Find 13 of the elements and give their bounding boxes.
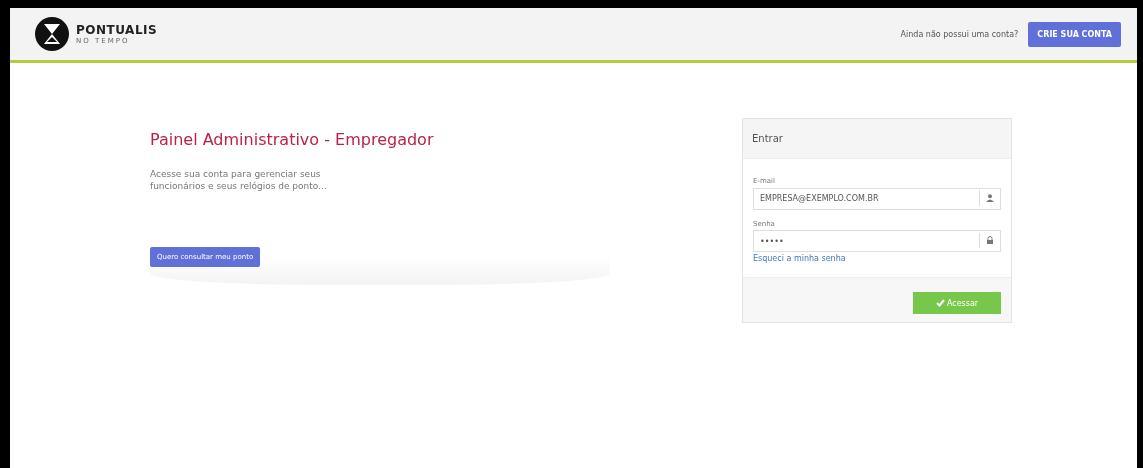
password-field[interactable]: ••••• — [753, 230, 1001, 252]
signup-button[interactable]: CRIE SUA CONTA — [1028, 21, 1121, 47]
intro-text: Acesse sua conta para gerenciar seus funcionários e seus relógios de ponto... — [150, 169, 328, 193]
user-icon — [986, 193, 994, 202]
hourglass-logo-icon — [34, 16, 70, 52]
check-icon — [935, 299, 945, 307]
forgot-password-link[interactable]: Esqueci a minha senha — [753, 254, 846, 263]
logo-name: PONTUALIS — [76, 23, 158, 37]
signup-prompt: Ainda não possui uma conta? — [900, 29, 1019, 39]
page-title: Painel Administrativo - Empregador — [150, 130, 435, 149]
lock-icon — [986, 236, 994, 245]
email-field[interactable]: EMPRESA@EXEMPLO.COM.BR — [753, 187, 1001, 210]
card-title: Entrar — [752, 133, 783, 144]
